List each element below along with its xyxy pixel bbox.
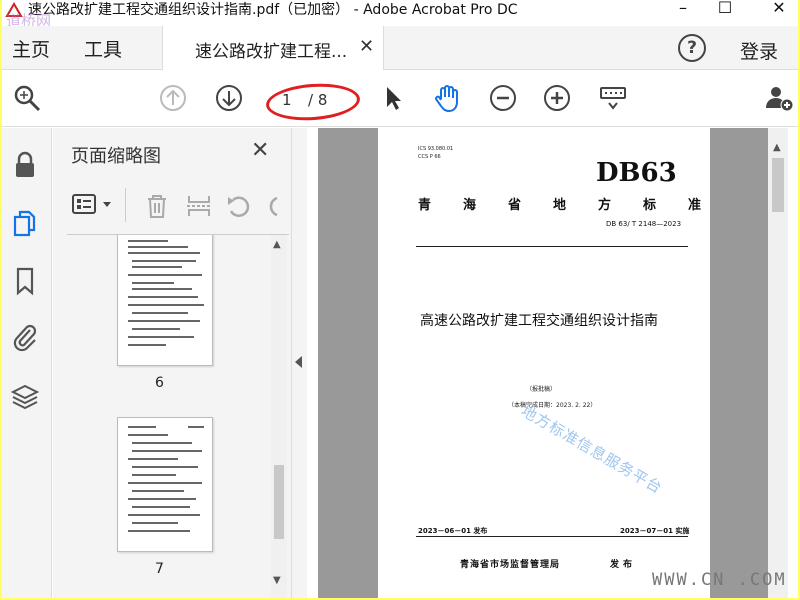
footer-rule [416, 536, 688, 537]
publisher: 青海省市场监督管理局 [460, 560, 561, 570]
collapse-panel-icon[interactable] [295, 356, 302, 368]
pages-icon[interactable] [10, 208, 40, 238]
layers-icon[interactable] [10, 382, 40, 412]
minimize-button[interactable]: – [668, 0, 698, 20]
next-page-icon[interactable] [214, 83, 244, 113]
prev-page-icon[interactable] [158, 83, 188, 113]
document-tab-label: 速公路改扩建工程... [195, 42, 348, 62]
standard-code: DB 63/ T 2148—2023 [606, 220, 682, 228]
extract-page-icon[interactable] [185, 192, 213, 220]
db-heading: DB63 [596, 158, 677, 188]
toolbar-divider [125, 188, 126, 222]
thumbnail-label-6: 6 [155, 375, 164, 391]
maximize-button[interactable]: ☐ [710, 0, 740, 20]
standard-label: 青海省地方标准 [418, 198, 734, 213]
hand-tool-icon[interactable] [432, 83, 462, 113]
thumbnail-list: 6 7 ▲ ▼ [67, 234, 289, 598]
close-tab-icon[interactable]: ✕ [359, 36, 374, 57]
zoom-in-icon[interactable] [542, 83, 572, 113]
rotate-left-icon[interactable] [225, 192, 253, 220]
issue-date: 2023－06－01 发布 [418, 527, 488, 535]
scroll-down-icon[interactable]: ▼ [273, 575, 281, 586]
thumbnail-scrollbar[interactable]: ▲ ▼ [271, 235, 287, 598]
login-button[interactable]: 登录 [740, 37, 778, 64]
tools-tab[interactable]: 工具 [84, 35, 122, 62]
acrobat-window: 速公路改扩建工程交通组织设计指南.pdf（已加密） - Adobe Acroba… [2, 0, 798, 598]
title-bar: 速公路改扩建工程交通组织设计指南.pdf（已加密） - Adobe Acroba… [2, 0, 798, 30]
page-watermark: 地方标准信息服务平台 [518, 401, 666, 498]
ccs-code: CCS P 66 [418, 154, 441, 160]
delete-page-icon[interactable] [143, 192, 171, 220]
panel-splitter[interactable] [291, 128, 307, 598]
thumbnail-label-7: 7 [155, 561, 164, 577]
doc-scroll-up-icon[interactable]: ▲ [773, 142, 781, 153]
draft-label: （报批稿） [526, 386, 557, 393]
toolbar: 1 / 8 [2, 71, 798, 127]
zoom-out-icon[interactable] [488, 83, 518, 113]
bookmark-icon[interactable] [10, 266, 40, 296]
effective-date: 2023－07－01 实施 [620, 527, 690, 535]
pdf-page: ICS 93.080.01 CCS P 66 DB63 青海省地方标准 DB 6… [378, 128, 710, 598]
close-window-button[interactable]: ✕ [764, 0, 794, 20]
completion-date: （本稿完成日期：2023. 2. 22） [508, 402, 597, 409]
help-icon[interactable]: ? [678, 34, 706, 62]
header-rule [416, 246, 688, 247]
page-thumbnails-panel: 页面缩略图 ✕ 6 7 ▲ ▼ [53, 128, 291, 598]
share-user-icon[interactable] [764, 83, 794, 113]
home-tab[interactable]: 主页 [12, 35, 50, 62]
document-view: ICS 93.080.01 CCS P 66 DB63 青海省地方标准 DB 6… [318, 128, 778, 598]
ics-code: ICS 93.080.01 [418, 146, 454, 152]
issue-label: 发布 [610, 560, 637, 570]
scroll-up-icon[interactable]: ▲ [273, 239, 281, 250]
document-title: 高速公路改扩建工程交通组织设计指南 [420, 313, 658, 329]
thumbnail-scroll-thumb[interactable] [274, 465, 284, 539]
close-panel-icon[interactable]: ✕ [251, 138, 269, 163]
document-tab[interactable]: 速公路改扩建工程... ✕ [162, 26, 384, 70]
keyboard-tools-icon[interactable] [598, 83, 628, 113]
doc-scroll-thumb[interactable] [772, 158, 784, 212]
search-zoom-icon[interactable] [12, 83, 42, 113]
thumbnail-tools [67, 180, 289, 230]
left-nav-rail [2, 128, 52, 598]
thumbnail-options-icon[interactable] [71, 192, 115, 218]
document-scrollbar[interactable]: ▲ [768, 128, 788, 598]
rotate-right-icon[interactable] [263, 192, 283, 220]
nav-bar: 主页 工具 速公路改扩建工程... ✕ ? 登录 [2, 26, 798, 70]
window-title: 速公路改扩建工程交通组织设计指南.pdf（已加密） - Adobe Acroba… [28, 2, 518, 18]
thumbnail-page-7[interactable] [117, 417, 213, 552]
select-cursor-icon[interactable] [378, 83, 408, 113]
attachment-icon[interactable] [10, 322, 40, 352]
thumbnail-page-6[interactable] [117, 235, 213, 366]
panel-title: 页面缩略图 [71, 146, 161, 167]
site-watermark: WWW.CN .COM [652, 570, 787, 590]
lock-icon[interactable] [10, 150, 40, 180]
